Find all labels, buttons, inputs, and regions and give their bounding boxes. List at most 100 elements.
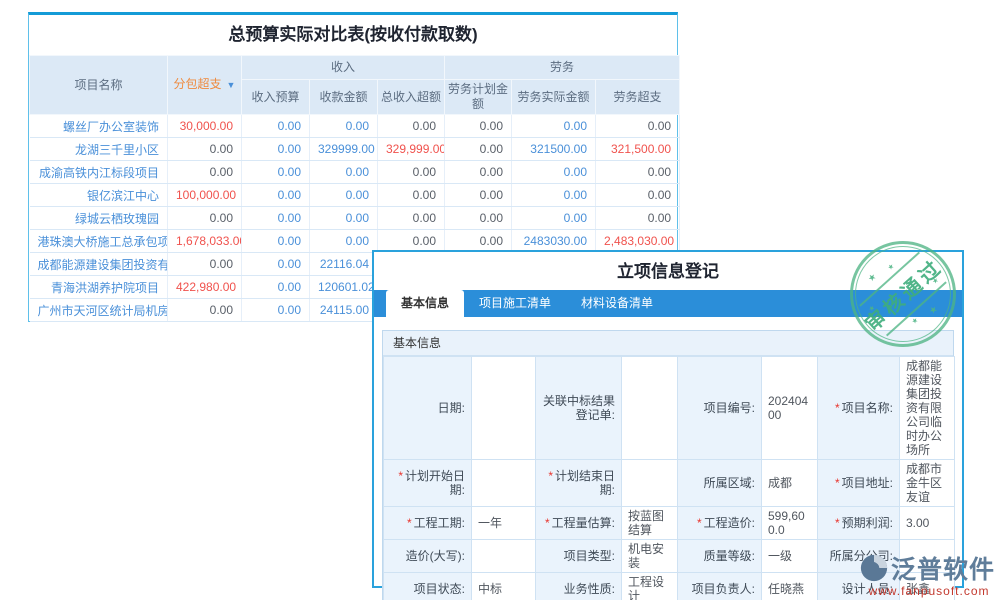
amount-cell[interactable]: 0.00 [242, 230, 310, 253]
form-row: *计划开始日期:*计划结束日期:所属区域:成都*项目地址:成都市金牛区友谊 [384, 460, 955, 507]
field-value[interactable]: 按蓝图结算 [622, 507, 678, 540]
amount-cell[interactable]: 329999.00 [310, 138, 378, 161]
amount-cell[interactable]: 0.00 [512, 161, 596, 184]
form-window-title: 立项信息登记 [374, 252, 962, 290]
field-label: 质量等级: [678, 540, 762, 573]
amount-cell[interactable]: 0.00 [242, 161, 310, 184]
required-asterisk: * [835, 516, 840, 530]
project-name-link[interactable]: 银亿滨江中心 [30, 184, 168, 207]
amount-cell[interactable]: 22116.04 [310, 253, 378, 276]
column-header-subcontract-overrun[interactable]: 分包超支▼ [168, 56, 242, 115]
amount-cell[interactable]: 0.00 [310, 161, 378, 184]
column-header-receipt-amount: 收款金额 [310, 80, 378, 115]
project-name-link[interactable]: 成渝高铁内江标段项目 [30, 161, 168, 184]
amount-cell[interactable]: 321500.00 [512, 138, 596, 161]
project-name-link[interactable]: 青海洪湖养护院项目 [30, 276, 168, 299]
amount-cell[interactable]: 0.00 [310, 207, 378, 230]
amount-cell[interactable]: 0.00 [512, 115, 596, 138]
field-value[interactable] [622, 357, 678, 460]
field-label: *预期利润: [818, 507, 900, 540]
field-value[interactable] [622, 460, 678, 507]
amount-cell[interactable]: 0.00 [242, 115, 310, 138]
amount-cell[interactable]: 120601.02 [310, 276, 378, 299]
table-window-title: 总预算实际对比表(按收付款取数) [29, 15, 677, 55]
required-asterisk: * [835, 476, 840, 490]
field-value[interactable] [472, 357, 536, 460]
field-value[interactable]: 20240400 [762, 357, 818, 460]
field-value[interactable] [472, 460, 536, 507]
amount-cell[interactable]: 0.00 [242, 276, 310, 299]
section-header: 基本信息 [383, 331, 953, 356]
column-group-income: 收入 [242, 56, 445, 80]
amount-cell[interactable]: 0.00 [310, 230, 378, 253]
amount-cell: 0.00 [168, 299, 242, 322]
column-header-income-budget: 收入预算 [242, 80, 310, 115]
field-value[interactable] [472, 540, 536, 573]
field-value[interactable]: 工程设计 [622, 573, 678, 600]
amount-cell: 30,000.00 [168, 115, 242, 138]
field-value[interactable]: 机电安装 [622, 540, 678, 573]
project-name-link[interactable]: 成都能源建设集团投资有限公司 [30, 253, 168, 276]
field-value[interactable]: 599,600.0 [762, 507, 818, 540]
sort-dropdown-icon[interactable]: ▼ [227, 80, 236, 90]
required-asterisk: * [835, 401, 840, 415]
field-value[interactable]: 成都 [762, 460, 818, 507]
column-group-labor: 劳务 [445, 56, 680, 80]
amount-cell[interactable]: 0.00 [242, 207, 310, 230]
field-label-text: 计划结束日期: [555, 469, 615, 497]
amount-cell[interactable]: 0.00 [242, 253, 310, 276]
required-asterisk: * [545, 516, 550, 530]
project-name-link[interactable]: 绿城云栖玫瑰园 [30, 207, 168, 230]
field-label: *工程造价: [678, 507, 762, 540]
field-label: *计划开始日期: [384, 460, 472, 507]
field-label: 项目编号: [678, 357, 762, 460]
amount-cell[interactable]: 0.00 [242, 138, 310, 161]
project-name-link[interactable]: 港珠澳大桥施工总承包项目 [30, 230, 168, 253]
amount-cell: 0.00 [445, 138, 512, 161]
field-value[interactable]: 成都能源建设集团投资有限公司临时办公场所 [900, 357, 955, 460]
field-value[interactable]: 中标 [472, 573, 536, 600]
field-label-text: 项目状态: [414, 582, 465, 596]
field-label-text: 项目类型: [564, 549, 615, 563]
field-value[interactable]: 一级 [762, 540, 818, 573]
table-row: 龙湖三千里小区0.000.00329999.00329,999.000.0032… [30, 138, 680, 161]
desktop-stage: 总预算实际对比表(按收付款取数) 项目名称 分包超支▼ 收入 劳务 收入预算 收… [0, 0, 1000, 600]
project-name-link[interactable]: 螺丝厂办公室装饰 [30, 115, 168, 138]
amount-cell: 321,500.00 [596, 138, 680, 161]
field-value[interactable]: 一年 [472, 507, 536, 540]
table-row: 银亿滨江中心100,000.000.000.000.000.000.000.00 [30, 184, 680, 207]
amount-cell: 0.00 [378, 184, 445, 207]
amount-cell: 0.00 [168, 253, 242, 276]
project-name-link[interactable]: 广州市天河区统计局机房改造 [30, 299, 168, 322]
amount-cell: 0.00 [168, 138, 242, 161]
field-label-text: 工程工期: [414, 516, 465, 530]
table-row: 螺丝厂办公室装饰30,000.000.000.000.000.000.000.0… [30, 115, 680, 138]
amount-cell[interactable]: 0.00 [512, 207, 596, 230]
field-value[interactable]: 3.00 [900, 507, 955, 540]
field-label-text: 预期利润: [842, 516, 893, 530]
amount-cell: 0.00 [445, 184, 512, 207]
required-asterisk: * [407, 516, 412, 530]
amount-cell[interactable]: 0.00 [310, 184, 378, 207]
tab-material-equipment-list[interactable]: 材料设备清单 [566, 290, 668, 317]
field-label: 业务性质: [536, 573, 622, 600]
amount-cell: 0.00 [445, 161, 512, 184]
column-header-labor-actual: 劳务实际金额 [512, 80, 596, 115]
amount-cell: 0.00 [596, 184, 680, 207]
amount-cell: 0.00 [596, 207, 680, 230]
field-value[interactable]: 成都市金牛区友谊 [900, 460, 955, 507]
amount-cell[interactable]: 0.00 [512, 184, 596, 207]
required-asterisk: * [697, 516, 702, 530]
field-label-text: 项目地址: [842, 476, 893, 490]
amount-cell[interactable]: 0.00 [242, 184, 310, 207]
tab-basic-info[interactable]: 基本信息 [386, 290, 464, 317]
field-value[interactable]: 任晓燕 [762, 573, 818, 600]
amount-cell[interactable]: 0.00 [242, 299, 310, 322]
project-name-link[interactable]: 龙湖三千里小区 [30, 138, 168, 161]
tab-construction-list[interactable]: 项目施工清单 [464, 290, 566, 317]
field-label: 日期: [384, 357, 472, 460]
field-label: 项目状态: [384, 573, 472, 600]
field-label-text: 所属区域: [704, 476, 755, 490]
amount-cell[interactable]: 0.00 [310, 115, 378, 138]
amount-cell[interactable]: 24115.00 [310, 299, 378, 322]
